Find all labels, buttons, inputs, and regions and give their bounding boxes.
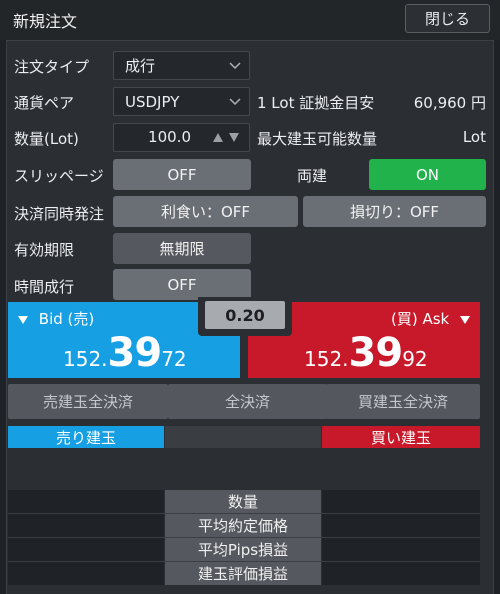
hedge-label: 両建 (297, 167, 328, 185)
table-row-sell-cell (8, 514, 164, 537)
stop-loss-button[interactable]: 損切り：OFF (303, 196, 486, 227)
bid-label: Bid (売) (38, 310, 95, 328)
triangle-down-icon (460, 315, 470, 324)
hedge-toggle[interactable]: ON (369, 159, 486, 190)
currency-pair-select[interactable]: USDJPY (113, 87, 250, 116)
chevron-down-icon (229, 97, 241, 105)
quantity-label: 数量(Lot) (14, 130, 79, 148)
table-row-buy-cell (322, 514, 480, 537)
window-title: 新規注文 (13, 12, 78, 31)
table-row-valuation: 建玉評価損益 (165, 562, 321, 585)
order-type-select[interactable]: 成行 (113, 51, 250, 80)
slippage-toggle[interactable]: OFF (113, 159, 251, 190)
close-all-button[interactable]: 全決済 (168, 384, 327, 419)
order-type-label: 注文タイプ (14, 58, 90, 76)
ask-price-prefix: 152. (304, 347, 349, 371)
time-market-toggle[interactable]: OFF (113, 269, 251, 300)
triangle-down-icon (18, 315, 28, 324)
bid-price-pips: 39 (107, 330, 163, 376)
currency-pair-value: USDJPY (125, 92, 180, 111)
table-row-buy-cell (322, 538, 480, 561)
increment-icon[interactable] (213, 133, 223, 142)
take-profit-button[interactable]: 利食い：OFF (113, 196, 298, 227)
ask-price: 152.3992 (304, 330, 428, 376)
bid-price: 152.3972 (63, 330, 187, 376)
bid-price-suffix: 72 (161, 347, 187, 371)
max-quantity-label: 最大建玉可能数量 (257, 130, 378, 148)
ask-price-pips: 39 (348, 330, 404, 376)
spread-value: 0.20 (205, 301, 285, 329)
table-row-sell-cell (8, 490, 164, 513)
chevron-down-icon (229, 61, 241, 69)
expiry-label: 有効期限 (14, 241, 75, 259)
settlement-label: 決済同時発注 (14, 205, 105, 223)
ask-header: (買) Ask (391, 308, 470, 329)
buy-close-all-button[interactable]: 買建玉全決済 (326, 384, 480, 419)
table-row-quantity: 数量 (165, 490, 321, 513)
positions-header-spacer (165, 426, 321, 448)
ask-price-suffix: 92 (402, 347, 428, 371)
table-row-sell-cell (8, 538, 164, 561)
title-bar: 新規注文 閉じる (0, 0, 500, 40)
close-button[interactable]: 閉じる (405, 4, 490, 33)
decrement-icon[interactable] (229, 133, 239, 142)
slippage-label: スリッページ (14, 167, 104, 185)
bid-price-prefix: 152. (63, 347, 108, 371)
margin-label: 1 Lot 証拠金目安 (257, 94, 375, 112)
spread-container: 0.20 (198, 297, 292, 336)
table-row-avg-price: 平均約定価格 (165, 514, 321, 537)
sell-positions-header: 売り建玉 (8, 426, 164, 448)
quantity-value: 100.0 (148, 128, 191, 146)
order-type-value: 成行 (125, 57, 156, 75)
sell-close-all-button[interactable]: 売建玉全決済 (8, 384, 168, 419)
bid-header: Bid (売) (18, 308, 94, 329)
table-row-buy-cell (322, 490, 480, 513)
quantity-stepper[interactable]: 100.0 (113, 123, 250, 152)
currency-pair-label: 通貨ペア (14, 94, 75, 112)
ask-label: (買) Ask (390, 310, 450, 328)
table-row-buy-cell (322, 562, 480, 585)
margin-value: 60,960 円 (413, 94, 486, 112)
table-row-sell-cell (8, 562, 164, 585)
max-quantity-value: Lot (462, 128, 486, 146)
buy-positions-header: 買い建玉 (322, 426, 480, 448)
expiry-button[interactable]: 無期限 (113, 233, 251, 264)
time-market-label: 時間成行 (14, 278, 75, 296)
table-row-avg-pips: 平均Pips損益 (165, 538, 321, 561)
